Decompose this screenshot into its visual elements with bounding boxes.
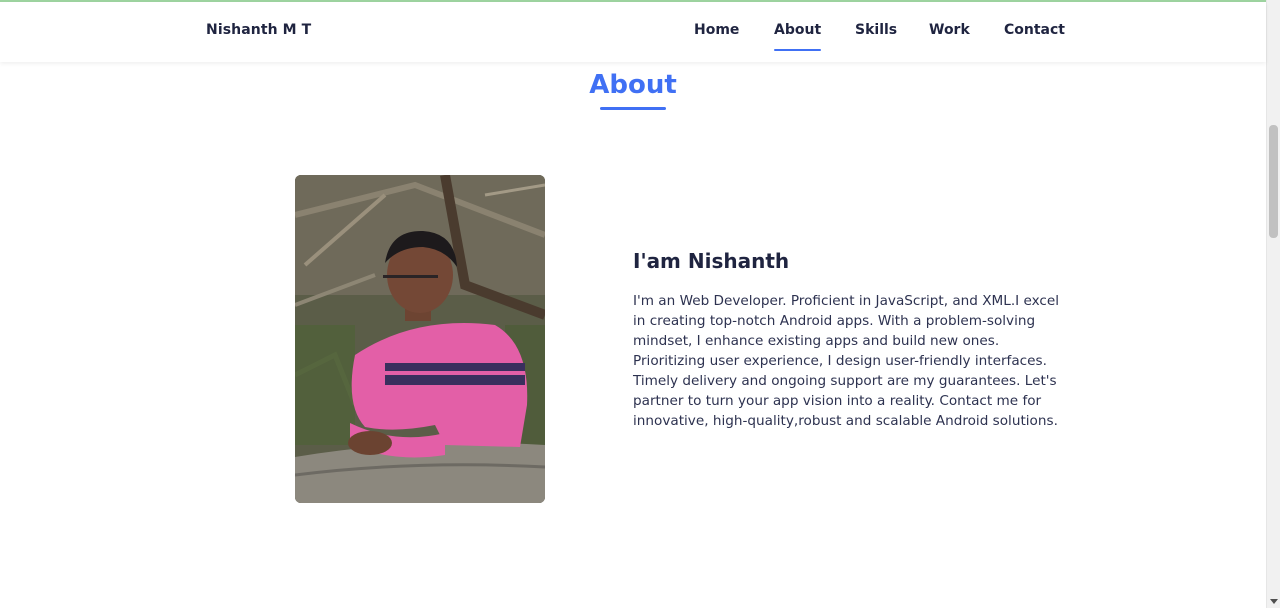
profile-photo [295, 175, 545, 503]
scrollbar-thumb[interactable] [1269, 125, 1278, 238]
about-heading: I'am Nishanth [633, 249, 790, 273]
about-description: I'm an Web Developer. Proficient in Java… [633, 293, 1060, 429]
nav-item-about[interactable]: About [774, 22, 822, 51]
section-title: About [589, 70, 677, 100]
nav-item-skills[interactable]: Skills [855, 22, 897, 38]
title-underline [600, 107, 666, 110]
nav-item-work[interactable]: Work [929, 22, 970, 38]
site-header: Nishanth M T Home About Skills Work Cont… [0, 2, 1266, 62]
nav-item-home[interactable]: Home [694, 22, 739, 38]
scroll-down-arrow-icon[interactable] [1270, 599, 1278, 604]
brand-logo[interactable]: Nishanth M T [206, 22, 311, 38]
page: Nishanth M T Home About Skills Work Cont… [0, 0, 1280, 608]
nav-item-contact[interactable]: Contact [1004, 22, 1065, 38]
vertical-scrollbar[interactable] [1266, 0, 1280, 608]
